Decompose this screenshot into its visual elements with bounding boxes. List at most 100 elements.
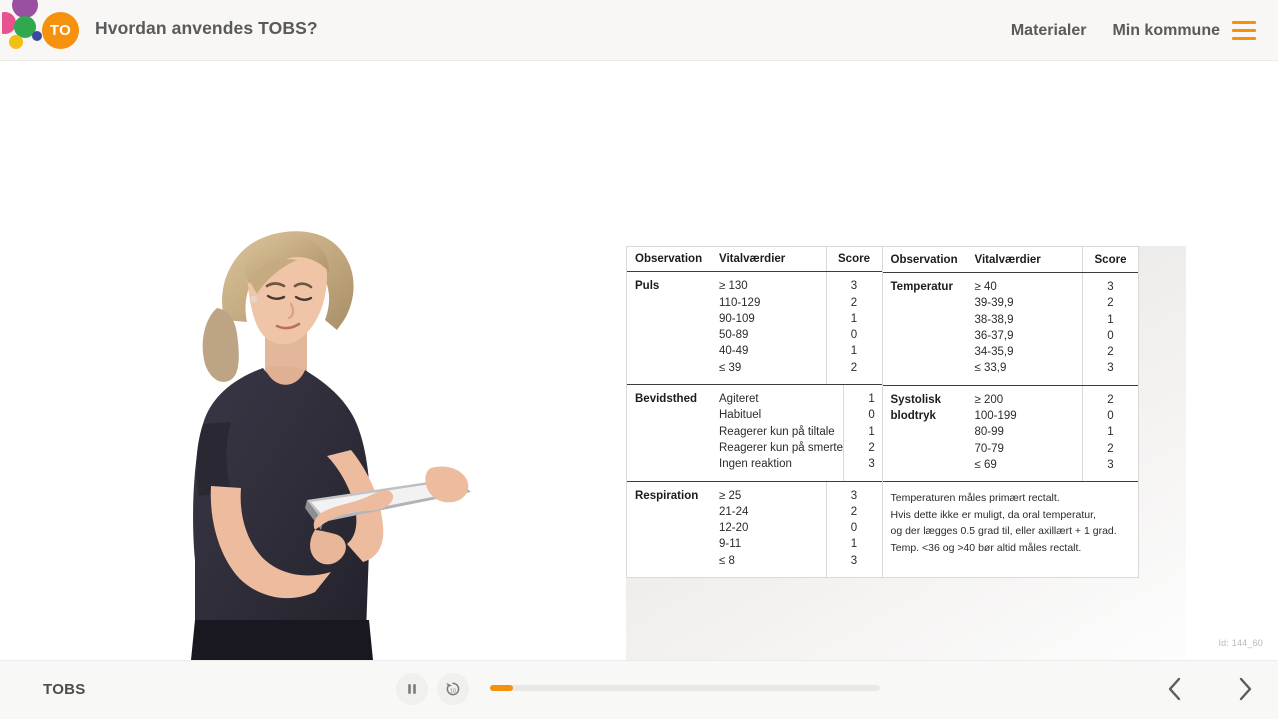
group-label: Puls <box>635 280 660 293</box>
svg-text:10: 10 <box>450 688 456 694</box>
replay-10-button[interactable]: 10 <box>437 673 469 705</box>
table-right-half: Observation Vitalværdier Score Temperatu… <box>882 247 1139 577</box>
value-cell: Ingen reaktion <box>719 458 792 471</box>
score-cell: 3 <box>1107 362 1114 375</box>
value-cell: 80-99 <box>974 426 1004 439</box>
value-cell: 110-129 <box>719 296 761 309</box>
value-cell: 36-37,9 <box>974 329 1014 342</box>
slide-id-label: Id: 144_60 <box>1218 638 1263 648</box>
score-cell: 3 <box>1107 458 1114 471</box>
value-cell: 9-11 <box>719 538 742 551</box>
note-line: Temperaturen måles primært rectalt. <box>890 492 1060 505</box>
value-cell: 100-199 <box>974 410 1017 423</box>
group-values: ≥ 40 39-39,9 38-38,9 36-37,9 34-35,9 ≤ 3… <box>971 273 1083 385</box>
note-line: og der lægges 0.5 grad til, eller axillæ… <box>890 525 1117 538</box>
value-cell: ≤ 33,9 <box>974 362 1007 375</box>
value-cell: ≥ 130 <box>719 280 748 293</box>
score-cell: 1 <box>850 345 858 358</box>
next-slide-button[interactable] <box>1228 672 1262 706</box>
value-cell: 21-24 <box>719 505 749 518</box>
group-scores: 3 2 1 0 1 2 <box>825 272 882 385</box>
score-cell: 2 <box>850 361 858 374</box>
score-cell: 2 <box>1107 442 1114 455</box>
group-label: Respiration <box>635 489 699 502</box>
progress-bar[interactable] <box>490 685 880 691</box>
avatar-initials: TO <box>49 22 72 39</box>
tobs-score-table-card: Observation Vitalværdier Score Puls ≥ 13… <box>600 230 1200 661</box>
value-cell: 38-38,9 <box>974 313 1014 326</box>
col-vitalvaerdier: Vitalværdier <box>719 253 786 266</box>
group-values: ≥ 130 110-129 90-109 50-89 40-49 ≤ 39 <box>715 272 826 384</box>
page-title: Hvordan anvendes TOBS? <box>95 18 318 38</box>
col-vitalvaerdier: Vitalværdier <box>974 253 1041 266</box>
score-cell: 0 <box>1107 329 1114 342</box>
value-cell: Reagerer kun på smerte <box>719 441 844 454</box>
header-nav: Materialer Min kommune <box>1011 0 1220 61</box>
score-cell: 2 <box>1107 393 1114 406</box>
col-score: Score <box>1082 247 1138 272</box>
pause-icon <box>408 684 416 694</box>
table-header-row-left: Observation Vitalværdier Score <box>627 247 882 273</box>
app-header: TO Hvordan anvendes TOBS? Materialer Min… <box>0 0 1278 61</box>
value-cell: 50-89 <box>719 329 749 342</box>
value-cell: Reagerer kun på tiltale <box>719 425 835 438</box>
group-label: Bevidsthed <box>635 393 697 406</box>
score-cell: 1 <box>1107 313 1114 326</box>
score-cell: 0 <box>850 522 858 535</box>
nav-min-kommune[interactable]: Min kommune <box>1112 22 1220 40</box>
group-values: ≥ 25 21-24 12-20 9-11 ≤ 8 <box>715 482 826 577</box>
note-line: Hvis dette ikke er muligt, da oral tempe… <box>890 508 1096 521</box>
table-group-temperatur: Temperatur ≥ 40 39-39,9 38-38,9 36-37,9 … <box>882 273 1138 386</box>
group-values: ≥ 200 100-199 80-99 70-79 ≤ 69 <box>971 386 1083 481</box>
group-scores: 3 2 0 1 3 <box>825 481 882 577</box>
nurse-with-tablet-photo <box>155 200 555 660</box>
previous-slide-button[interactable] <box>1158 672 1192 706</box>
slide-stage: Observation Vitalværdier Score Puls ≥ 13… <box>0 61 1278 661</box>
value-cell: ≤ 39 <box>719 361 742 374</box>
group-label: Temperatur <box>890 281 953 293</box>
value-cell: 40-49 <box>719 345 749 358</box>
value-cell: ≤ 69 <box>974 458 997 471</box>
group-scores: 2 0 1 2 3 <box>1082 385 1138 482</box>
tobs-score-table: Observation Vitalværdier Score Puls ≥ 13… <box>626 246 1139 578</box>
score-cell: 2 <box>1107 297 1114 310</box>
pause-button[interactable] <box>396 673 428 705</box>
score-cell: 3 <box>1107 281 1114 293</box>
progress-fill <box>490 685 514 691</box>
hamburger-icon[interactable] <box>1232 21 1256 40</box>
chevron-left-icon <box>1168 677 1181 701</box>
dots-logo <box>0 0 42 50</box>
score-cell: 1 <box>1107 426 1114 439</box>
table-note-block: Temperaturen måles primært rectalt. Hvis… <box>883 482 1139 556</box>
chevron-right-icon <box>1239 677 1252 701</box>
avatar: TO <box>42 12 79 49</box>
value-cell: 70-79 <box>974 442 1004 455</box>
col-observation: Observation <box>890 253 958 266</box>
replay-10-icon: 10 <box>446 682 460 696</box>
note-line: Temp. <36 og >40 bør altid måles rectalt… <box>890 541 1082 554</box>
table-group-puls: Puls ≥ 130 110-129 90-109 50-89 40-49 ≤ … <box>627 272 882 386</box>
score-cell: 3 <box>850 489 858 502</box>
value-cell: ≥ 200 <box>974 393 1004 406</box>
value-cell: 90-109 <box>719 312 755 325</box>
value-cell: Agiteret <box>719 393 759 406</box>
group-label: Systolisk blodtryk <box>890 393 942 423</box>
group-scores: 3 2 1 0 2 3 <box>1082 273 1138 385</box>
score-cell: 0 <box>1107 410 1114 423</box>
nav-materialer[interactable]: Materialer <box>1011 22 1087 40</box>
group-values: Agiteret Habituel Reagerer kun på tiltal… <box>715 385 843 480</box>
table-group-bevidsthed: Bevidsthed Agiteret Habituel Reagerer ku… <box>627 385 882 482</box>
score-cell: 2 <box>850 296 858 309</box>
value-cell: ≥ 25 <box>719 489 742 502</box>
score-cell: 3 <box>850 280 858 293</box>
score-cell: 3 <box>850 554 858 567</box>
table-left-half: Observation Vitalværdier Score Puls ≥ 13… <box>627 247 883 577</box>
temperature-note: Temperaturen måles primært rectalt. Hvis… <box>883 482 1139 556</box>
value-cell: Habituel <box>719 409 762 422</box>
table-group-systolisk-blodtryk: Systolisk blodtryk ≥ 200 100-199 80-99 7… <box>882 385 1138 483</box>
table-header-row-right: Observation Vitalværdier Score <box>882 247 1138 273</box>
score-cell: 2 <box>850 505 858 518</box>
player-title: TOBS <box>43 681 86 698</box>
score-cell: 0 <box>850 329 858 342</box>
col-observation: Observation <box>635 253 703 266</box>
